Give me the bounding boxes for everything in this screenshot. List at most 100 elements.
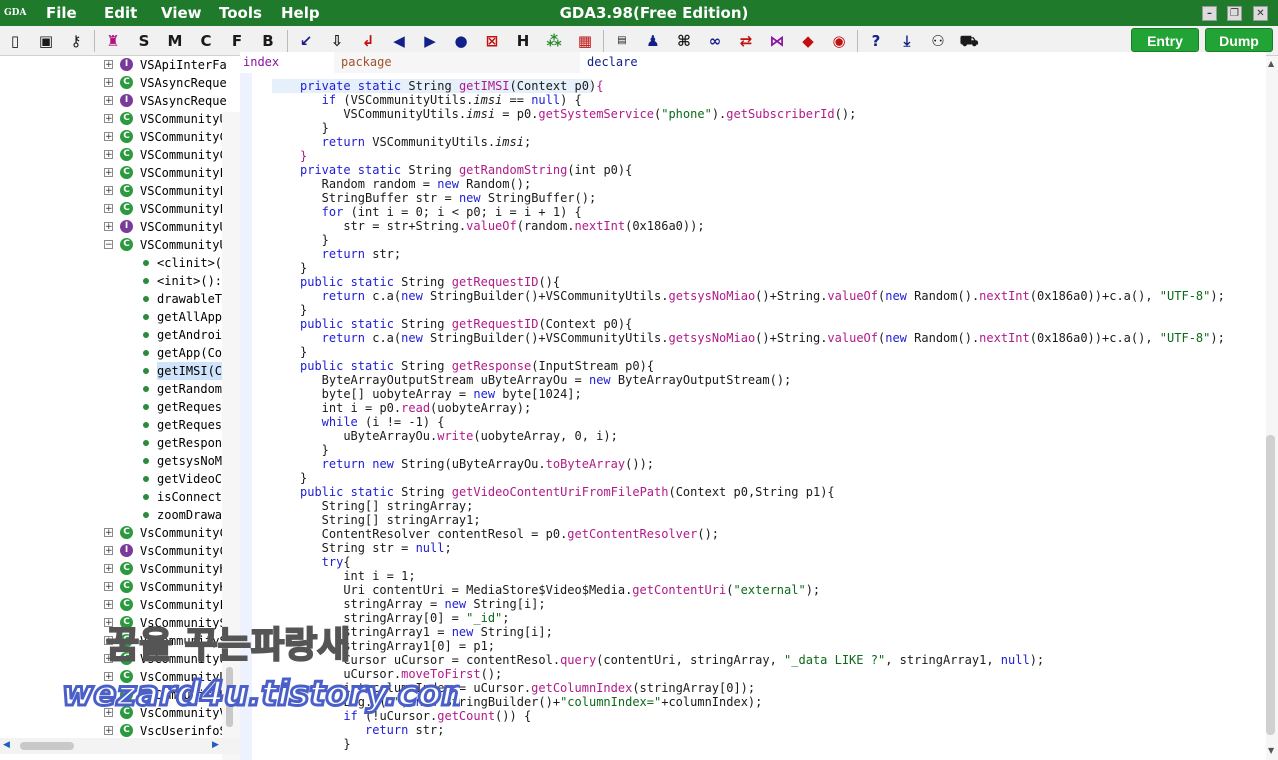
expand-icon[interactable]: + (104, 186, 113, 196)
tree-class-item[interactable]: + C VSCommunityU (0, 110, 227, 128)
coin-icon[interactable]: ◉ (828, 30, 850, 52)
arrow-right-icon[interactable]: ▶ (419, 30, 441, 52)
expand-icon[interactable]: + (104, 528, 113, 538)
tree-class-item[interactable]: + C VSCommunityF (0, 182, 227, 200)
toolbar-m[interactable]: M (164, 30, 186, 52)
close-icon[interactable]: ✕ (1253, 6, 1268, 21)
expand-icon[interactable]: + (104, 168, 113, 178)
tree-method-item[interactable]: getVideoC (0, 470, 222, 488)
tree-method-item[interactable]: <init>(): (0, 272, 222, 290)
graph-icon[interactable]: ⁂ (543, 30, 565, 52)
android-bot-icon[interactable]: ● (450, 30, 472, 52)
expand-icon[interactable]: + (104, 708, 113, 718)
expand-icon[interactable]: + (104, 96, 113, 106)
tree-class-item[interactable]: + C VSAsyncReque (0, 74, 227, 92)
tree-class-item[interactable]: + C VsCommunityS (0, 632, 227, 650)
tree-class-item[interactable]: + C VsCommunityU (0, 650, 227, 668)
expand-icon[interactable]: + (104, 582, 113, 592)
tree-class-item[interactable]: + C VsCommunityV (0, 704, 227, 722)
expand-icon[interactable]: + (104, 60, 113, 70)
expand-icon[interactable]: + (104, 690, 113, 700)
tree-vertical-thumb[interactable] (226, 667, 233, 727)
tree-class-item[interactable]: + C VSCommunityF (0, 200, 227, 218)
tree-method-item[interactable]: zoomDrawa (0, 506, 222, 524)
expand-icon[interactable]: + (104, 564, 113, 574)
scroll-right-icon[interactable]: ▶ (212, 740, 219, 750)
tree-class-item[interactable]: + C VsCommunityU (0, 686, 227, 704)
arrow-left-icon[interactable]: ◀ (388, 30, 410, 52)
network-icon[interactable]: ⚇ (927, 30, 949, 52)
link-icon[interactable]: ∞ (704, 30, 726, 52)
help-icon[interactable]: ? (865, 30, 887, 52)
chain-icon[interactable]: ⋈ (766, 30, 788, 52)
tree-class-item[interactable]: + I VSCommunityU (0, 218, 227, 236)
tree-class-item[interactable]: + C VsCommunityS (0, 614, 227, 632)
tree-method-item[interactable]: getRandom (0, 380, 222, 398)
command-icon[interactable]: ⌘ (673, 30, 695, 52)
restore-icon[interactable]: ❐ (1227, 6, 1242, 21)
tree-class-item[interactable]: + C VSCommunityF (0, 164, 227, 182)
android-icon[interactable]: ♟ (642, 30, 664, 52)
return-icon[interactable]: ↲ (357, 30, 379, 52)
tree-class-item[interactable]: + C VsCommunityH (0, 560, 227, 578)
diamond-icon[interactable]: ◆ (797, 30, 819, 52)
save-icon[interactable]: ▣ (35, 30, 57, 52)
expand-icon[interactable]: + (104, 546, 113, 556)
minimize-icon[interactable]: – (1202, 6, 1217, 21)
tree-class-item[interactable]: + C VsCommunityF (0, 596, 227, 614)
tree-class-item[interactable]: + I VSAsyncReque (0, 92, 227, 110)
tree-method-item[interactable]: <clinit>( (0, 254, 222, 272)
tree-horizontal-thumb[interactable] (20, 742, 74, 750)
key-icon[interactable]: ⚷ (65, 30, 87, 52)
expand-icon[interactable]: + (104, 150, 113, 160)
tree-class-item[interactable]: + I VSApiInterFa (0, 56, 227, 74)
tree-method-item[interactable]: isConnect (0, 488, 222, 506)
expand-icon[interactable]: + (104, 600, 113, 610)
tree-method-item[interactable]: getApp(Co (0, 344, 222, 362)
tree-class-item[interactable]: + C VSCommunityC (0, 146, 227, 164)
expand-icon[interactable]: + (104, 222, 113, 232)
grid-icon[interactable]: ▦ (574, 30, 596, 52)
tree-method-item[interactable]: getRespon (0, 434, 222, 452)
toolbar-f[interactable]: F (226, 30, 248, 52)
code-editor[interactable]: private static String getIMSI(Context p0… (252, 74, 1266, 760)
book-icon[interactable]: ▯ (4, 30, 26, 52)
scroll-left-icon[interactable]: ◀ (3, 740, 10, 750)
expand-icon[interactable]: + (104, 726, 113, 736)
expand-icon[interactable]: + (104, 132, 113, 142)
tree-method-item[interactable]: getAllApp (0, 308, 222, 326)
dump-button[interactable]: Dump (1205, 28, 1273, 52)
tab-index[interactable]: index (243, 54, 279, 70)
expand-icon[interactable]: − (104, 240, 113, 250)
entry-button[interactable]: Entry (1131, 28, 1199, 52)
download-arrow-icon[interactable]: ⤓ (896, 30, 918, 52)
expand-icon[interactable]: + (104, 654, 113, 664)
tree-method-item[interactable]: getAndroi (0, 326, 222, 344)
tree-method-item[interactable]: drawableT (0, 290, 222, 308)
tree-class-item[interactable]: + C VsCommunityU (0, 668, 227, 686)
left-right-icon[interactable]: ⇄ (735, 30, 757, 52)
expand-icon[interactable]: + (104, 672, 113, 682)
cursor-icon[interactable]: ↙ (295, 30, 317, 52)
cart-icon[interactable]: ⛟ (958, 30, 980, 52)
xml-icon[interactable]: ▤ (611, 30, 633, 52)
tree-method-item[interactable]: getReques (0, 398, 222, 416)
expand-icon[interactable]: + (104, 78, 113, 88)
tree-class-item[interactable]: + C VsCommunityK (0, 578, 227, 596)
expand-icon[interactable]: + (104, 636, 113, 646)
toolbar-c[interactable]: C (195, 30, 217, 52)
expand-icon[interactable]: + (104, 204, 113, 214)
tree-icon[interactable]: ♜ (102, 30, 124, 52)
code-vertical-thumb[interactable] (1266, 435, 1275, 735)
tree-class-item[interactable]: + C VsCommunityC (0, 524, 227, 542)
toolbar-b[interactable]: B (257, 30, 279, 52)
tree-class-item[interactable]: + C VSCommunityC (0, 128, 227, 146)
tree-class-item[interactable]: − C VSCommunityU (0, 236, 227, 254)
tree-vertical-scrollbar[interactable]: ▼ (222, 112, 240, 760)
tree-class-item[interactable]: + I VsCommunityC (0, 542, 227, 560)
close-doc-icon[interactable]: ⊠ (481, 30, 503, 52)
tree-horizontal-scrollbar[interactable]: ◀ ▶ (0, 738, 240, 754)
toolbar-s[interactable]: S (133, 30, 155, 52)
tab-declare[interactable]: declare (587, 54, 638, 70)
scroll-up-icon[interactable]: ▲ (1268, 59, 1274, 68)
